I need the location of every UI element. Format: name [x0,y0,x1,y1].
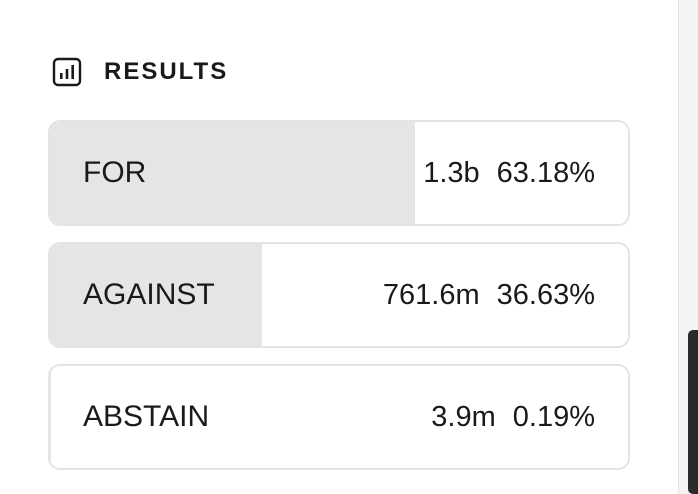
result-bar-abstain [50,366,52,468]
result-row-abstain: ABSTAIN 3.9m 0.19% [48,364,630,470]
result-percent-for: 63.18% [496,156,595,189]
result-label-for: FOR [83,156,147,189]
result-row-against: AGAINST 761.6m 36.63% [48,242,630,348]
result-percent-against: 36.63% [496,278,595,311]
result-percent-abstain: 0.19% [512,400,595,433]
result-values-for: 1.3b 63.18% [423,122,595,224]
result-values-against: 761.6m 36.63% [383,244,595,346]
result-values-abstain: 3.9m 0.19% [431,366,595,468]
result-amount-abstain: 3.9m [431,400,496,433]
results-header: RESULTS [52,56,228,88]
result-label-against: AGAINST [83,278,215,311]
result-row-for: FOR 1.3b 63.18% [48,120,630,226]
result-amount-against: 761.6m [382,278,480,311]
results-title: RESULTS [104,58,229,85]
result-label-abstain: ABSTAIN [83,400,210,433]
bar-chart-icon [52,57,82,87]
scrollbar-thumb[interactable] [688,330,698,494]
result-amount-for: 1.3b [423,156,480,189]
